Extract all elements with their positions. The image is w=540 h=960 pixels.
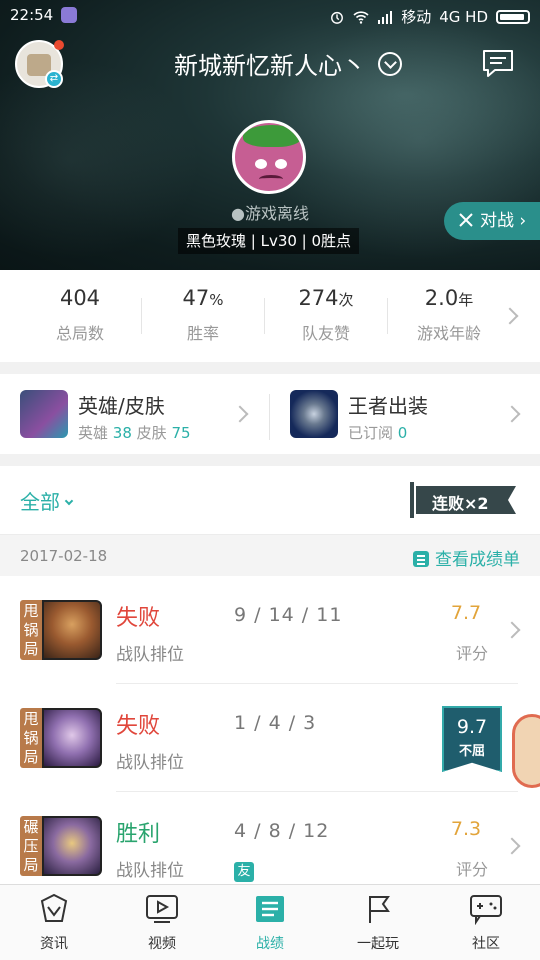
subscribed-count: 已订阅 0	[348, 424, 408, 442]
chevron-right-icon	[503, 837, 521, 855]
mode-tag: 甩锅局	[20, 708, 42, 768]
champion-icon	[42, 816, 102, 876]
stat-value: 404	[59, 286, 101, 310]
notification-dot	[54, 40, 64, 50]
flag-icon	[369, 896, 390, 923]
hero-skin-title: 英雄/皮肤	[78, 394, 165, 418]
champion-icon	[42, 600, 102, 660]
message-icon[interactable]	[481, 48, 515, 78]
stat-value: 2.0	[424, 286, 459, 310]
rank-info: 黑色玫瑰 | Lv30 | 0胜点	[178, 228, 360, 254]
match-type: 战队排位	[116, 861, 184, 881]
stat-unit: 年	[458, 291, 474, 309]
battle-label: 对战	[480, 211, 514, 231]
hero-skin-row: 英雄/皮肤 英雄 38 皮肤 75 王者出装 已订阅 0	[0, 374, 540, 454]
community-icon	[470, 895, 502, 926]
stat-value: 274	[298, 286, 339, 310]
list-icon	[413, 551, 429, 567]
mode-tag: 碾压局	[20, 816, 42, 876]
unyielding-badge: 9.7 不屈	[442, 706, 502, 772]
kda: 9 / 14 / 11	[234, 604, 343, 626]
match-type: 战队排位	[116, 753, 184, 773]
stat-game-age: 2.0年 游戏年龄	[387, 286, 511, 344]
match-result: 失败	[116, 606, 161, 631]
signal-icon	[378, 10, 393, 24]
nav-label: 社区	[472, 936, 500, 952]
kda: 4 / 8 / 12	[234, 820, 330, 842]
match-row[interactable]: 甩锅局 失败 战队排位 9 / 14 / 11 7.7 评分	[0, 576, 540, 684]
streak-label: 连败×2	[432, 494, 489, 513]
news-icon	[40, 893, 68, 922]
nav-label: 资讯	[40, 936, 68, 952]
date-bar: 2017-02-18 查看成绩单	[0, 534, 540, 576]
match-score: 7.7	[450, 602, 482, 624]
chevron-right-icon	[503, 621, 521, 639]
nav-label: 战绩	[256, 936, 284, 952]
video-icon	[146, 895, 178, 923]
mode-tag: 甩锅局	[20, 600, 42, 660]
stat-value: 47	[182, 286, 210, 310]
friend-badge: 友	[234, 862, 254, 882]
filter-dropdown[interactable]: 全部	[20, 486, 74, 515]
champion-icon	[42, 708, 102, 768]
stats-panel[interactable]: 404 总局数 47% 胜率 274次 队友赞 2.0年 游戏年龄	[0, 270, 540, 362]
streak-flag: 连败×2	[408, 480, 520, 518]
wifi-icon	[353, 10, 369, 24]
alarm-icon	[331, 11, 344, 24]
nav-news[interactable]: 资讯	[0, 893, 108, 953]
bottom-nav: 资讯 视频 战绩 一起玩 社区	[0, 884, 540, 960]
switch-account-icon[interactable]: ⇄	[45, 70, 63, 88]
nav-community[interactable]: 社区	[432, 893, 540, 953]
nav-video[interactable]: 视频	[108, 893, 216, 953]
outfit-thumbnail	[290, 390, 338, 438]
stat-label: 总局数	[55, 324, 104, 343]
status-time: 22:54	[10, 6, 54, 24]
profile-header: 22:54 移动 4G HD ⇄ 新城新忆新人心丶 ●游戏离线 黑色玫瑰 | L…	[0, 0, 540, 270]
carrier-label: 移动	[401, 8, 432, 26]
stat-label: 胜率	[186, 324, 219, 343]
king-outfit-title: 王者出装	[348, 394, 428, 418]
nav-play-together[interactable]: 一起玩	[324, 893, 432, 953]
score-label: 评分	[455, 860, 488, 879]
chevron-right-icon	[231, 405, 249, 423]
badge-score: 9.7	[456, 716, 488, 738]
report-card-link[interactable]: 查看成绩单	[413, 545, 520, 570]
match-result: 失败	[116, 714, 161, 739]
floating-mascot[interactable]	[512, 714, 540, 788]
chevron-right-icon	[503, 405, 521, 423]
chevron-down-icon[interactable]	[378, 52, 402, 76]
battle-button[interactable]: 对战 ›	[444, 202, 540, 240]
stat-likes: 274次 队友赞	[264, 286, 388, 344]
player-nickname[interactable]: 新城新忆新人心丶	[0, 46, 540, 81]
hero-skin-counts: 英雄 38 皮肤 75	[78, 424, 191, 442]
network-label: 4G HD	[439, 7, 488, 26]
score-label: 评分	[455, 644, 488, 663]
record-icon	[256, 896, 284, 922]
kda: 1 / 4 / 3	[234, 712, 317, 734]
filter-label: 全部	[20, 490, 60, 514]
battery-icon	[496, 9, 530, 24]
nav-label: 视频	[148, 936, 176, 952]
game-avatar[interactable]	[232, 120, 306, 194]
stat-label: 游戏年龄	[416, 324, 481, 343]
status-bar: 22:54 移动 4G HD	[0, 0, 540, 32]
nav-record[interactable]: 战绩	[216, 893, 324, 953]
chevron-down-icon	[64, 496, 74, 506]
stat-unit: 次	[338, 291, 354, 309]
match-date: 2017-02-18	[20, 547, 108, 565]
swords-icon	[459, 213, 473, 227]
nav-label: 一起玩	[357, 936, 399, 952]
badge-label: 不屈	[458, 744, 485, 759]
stat-unit: %	[209, 291, 224, 309]
app-notification-icon	[61, 7, 77, 23]
match-type: 战队排位	[116, 645, 184, 665]
stat-label: 队友赞	[301, 324, 350, 343]
stat-win-rate: 47% 胜率	[141, 286, 265, 344]
match-result: 胜利	[116, 822, 161, 847]
stat-total-games: 404 总局数	[18, 286, 142, 344]
hero-thumbnail	[20, 390, 68, 438]
match-score: 7.3	[450, 818, 482, 840]
